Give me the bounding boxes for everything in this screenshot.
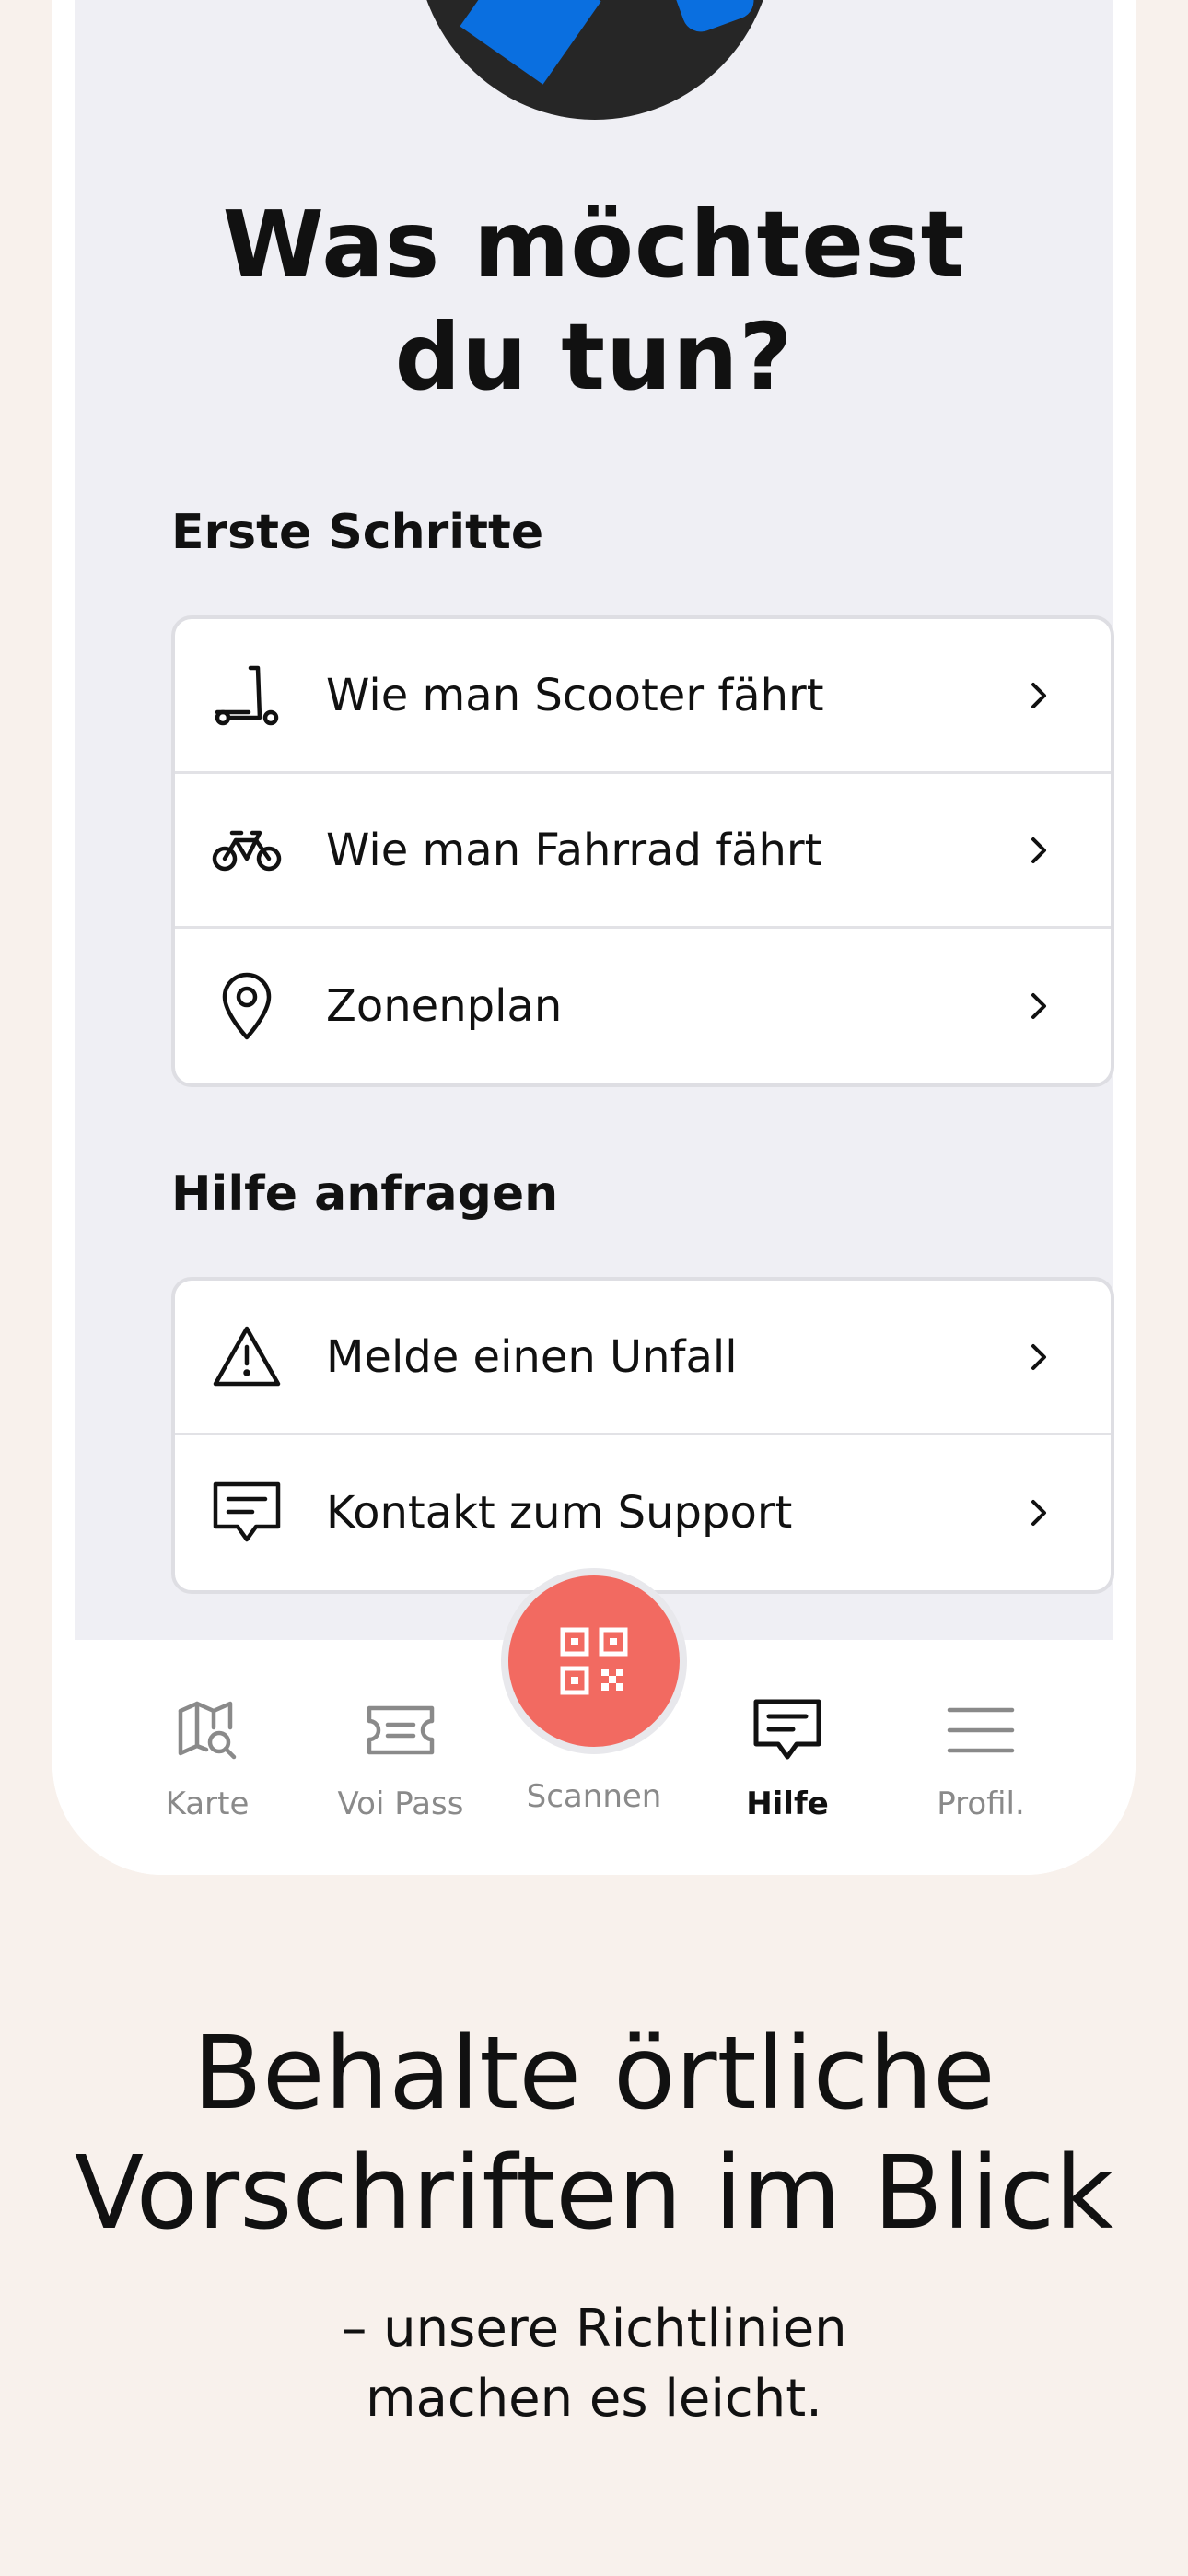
section-title-get-help: Hilfe anfragen [171,1166,559,1222]
tab-map[interactable]: Karte [124,1693,290,1822]
chevron-right-icon [1031,682,1046,708]
illustration [415,0,775,120]
promo-subtitle: – unsere Richtlinien machen es leicht. [341,2299,847,2429]
ticket-icon [318,1693,483,1767]
chevron-right-icon [1031,1343,1046,1370]
tab-bar: Karte Voi Pass Scannen Hilfe Profil. [52,1575,1136,1875]
tab-help[interactable]: Hilfe [705,1693,870,1822]
tab-scan-label[interactable]: Scannen [511,1778,677,1815]
help-screen: Was möchtest du tun? Erste Schritte Wie … [75,0,1114,1640]
tab-voi-pass[interactable]: Voi Pass [318,1693,483,1822]
page-title: Was möchtest du tun? [222,191,966,411]
list-item-bicycle[interactable]: Wie man Fahrrad fährt [175,774,1111,929]
get-help-list: Melde einen Unfall Kontakt zum Support [171,1277,1114,1594]
tab-profile[interactable]: Profil. [898,1693,1064,1822]
menu-icon [898,1693,1064,1767]
list-item-zone-map[interactable]: Zonenplan [175,929,1111,1083]
list-item-report-accident[interactable]: Melde einen Unfall [175,1281,1111,1435]
chevron-right-icon [1031,837,1046,863]
warning-icon [210,1320,284,1394]
qr-code-icon [560,1627,628,1695]
chevron-right-icon [1031,1500,1046,1526]
chat-icon [705,1693,870,1767]
list-item-contact-support[interactable]: Kontakt zum Support [175,1435,1111,1590]
scooter-icon [210,659,284,732]
bicycle-icon [210,814,284,887]
section-title-first-steps: Erste Schritte [171,505,544,560]
scan-button[interactable] [508,1575,680,1747]
list-item-scooter[interactable]: Wie man Scooter fährt [175,619,1111,774]
phone-frame: Was möchtest du tun? Erste Schritte Wie … [52,0,1136,1875]
map-search-icon [124,1693,290,1767]
chevron-right-icon [1031,993,1046,1019]
first-steps-list: Wie man Scooter fährt Wie man Fahrrad fä… [171,615,1114,1087]
map-pin-icon [210,969,284,1043]
promo-title: Behalte örtliche Vorschriften im Blick [74,2014,1114,2252]
chat-icon [210,1476,284,1550]
